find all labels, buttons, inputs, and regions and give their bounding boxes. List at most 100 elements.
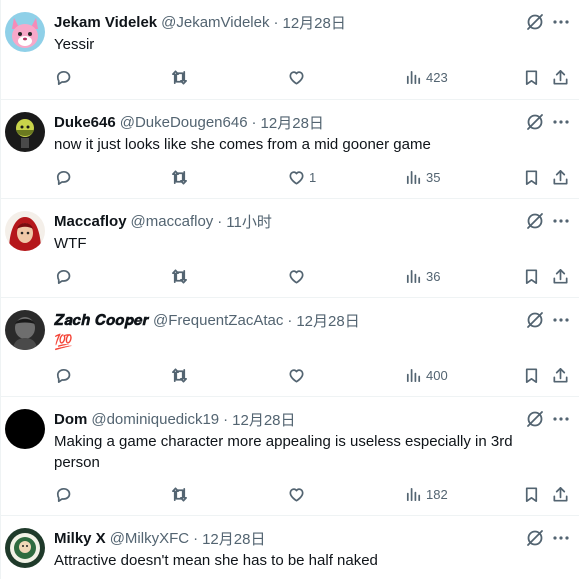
tweet-text: Making a game character more appealing i… bbox=[54, 433, 513, 471]
timestamp[interactable]: 11小时 bbox=[226, 211, 272, 232]
display-name[interactable]: Jekam Videlek bbox=[54, 14, 157, 31]
reply-button[interactable] bbox=[54, 167, 76, 187]
user-handle[interactable]: @MilkyXFC bbox=[110, 530, 189, 547]
reply-icon bbox=[56, 487, 71, 502]
grok-icon[interactable] bbox=[525, 211, 545, 231]
tweet[interactable]: Dom @dominiquedick19 · 12月28日 Making a g… bbox=[1, 397, 579, 516]
more-icon[interactable] bbox=[551, 211, 571, 231]
like-button[interactable] bbox=[287, 484, 309, 504]
retweet-button[interactable] bbox=[170, 167, 192, 187]
share-button[interactable] bbox=[551, 67, 570, 87]
display-name[interactable]: Duke646 bbox=[54, 114, 116, 131]
reply-button[interactable] bbox=[54, 266, 76, 286]
share-button[interactable] bbox=[551, 266, 570, 286]
views-button[interactable]: 400 bbox=[404, 365, 448, 385]
view-count: 423 bbox=[426, 69, 448, 85]
tweet-header: Milky X @MilkyXFC · 12月28日 bbox=[54, 528, 265, 548]
like-button[interactable] bbox=[287, 266, 309, 286]
avatar[interactable] bbox=[5, 528, 45, 568]
views-button[interactable]: 35 bbox=[404, 167, 440, 187]
reply-button[interactable] bbox=[54, 365, 76, 385]
timestamp[interactable]: 12月28日 bbox=[282, 12, 345, 33]
user-handle[interactable]: @FrequentZacAtac bbox=[153, 312, 283, 329]
like-button[interactable] bbox=[287, 67, 309, 87]
views-chart-icon bbox=[406, 487, 421, 501]
avatar[interactable] bbox=[5, 211, 45, 251]
separator-dot: · bbox=[223, 410, 229, 428]
bookmark-icon bbox=[525, 367, 538, 383]
tweet[interactable]: Maccafloy @maccafloy · 11小时 WTF 36 bbox=[1, 199, 579, 298]
tweet-text: WTF bbox=[54, 235, 87, 252]
reply-icon bbox=[56, 170, 71, 185]
avatar[interactable] bbox=[5, 112, 45, 152]
tweet[interactable]: 𝒁𝒂𝒄𝒉 𝑪𝒐𝒐𝒑𝒆𝒓 @FrequentZacAtac · 12月28日 💯 bbox=[1, 298, 579, 397]
grok-icon[interactable] bbox=[525, 310, 545, 330]
retweet-button[interactable] bbox=[170, 484, 192, 504]
view-count: 36 bbox=[426, 268, 441, 284]
display-name[interactable]: Maccafloy bbox=[54, 213, 127, 230]
retweet-icon bbox=[171, 69, 188, 85]
user-handle[interactable]: @JekamVidelek bbox=[161, 14, 269, 31]
share-button[interactable] bbox=[551, 167, 570, 187]
heart-icon bbox=[289, 170, 304, 185]
share-button[interactable] bbox=[551, 365, 570, 385]
share-button[interactable] bbox=[551, 484, 570, 504]
views-button[interactable]: 36 bbox=[404, 266, 440, 286]
retweet-button[interactable] bbox=[170, 67, 192, 87]
bookmark-button[interactable] bbox=[522, 484, 541, 504]
views-chart-icon bbox=[406, 368, 421, 382]
bookmark-icon bbox=[525, 486, 538, 502]
bookmark-button[interactable] bbox=[522, 365, 541, 385]
more-icon[interactable] bbox=[551, 112, 571, 132]
bookmark-button[interactable] bbox=[522, 167, 541, 187]
retweet-icon bbox=[171, 486, 188, 502]
tweet[interactable]: Jekam Videlek @JekamVidelek · 12月28日 Yes… bbox=[1, 0, 579, 100]
separator-dot: · bbox=[217, 212, 223, 230]
retweet-button[interactable] bbox=[170, 266, 192, 286]
user-handle[interactable]: @maccafloy bbox=[131, 213, 214, 230]
timestamp[interactable]: 12月28日 bbox=[261, 112, 324, 133]
display-name[interactable]: Dom bbox=[54, 411, 87, 428]
views-button[interactable]: 423 bbox=[404, 67, 448, 87]
tweet-text: Attractive doesn't mean she has to be ha… bbox=[54, 552, 378, 569]
tweet-header: Jekam Videlek @JekamVidelek · 12月28日 bbox=[54, 12, 346, 32]
like-button[interactable] bbox=[287, 365, 309, 385]
more-icon[interactable] bbox=[551, 310, 571, 330]
display-name[interactable]: Milky X bbox=[54, 530, 106, 547]
grok-icon[interactable] bbox=[525, 112, 545, 132]
share-icon bbox=[553, 268, 568, 284]
avatar[interactable] bbox=[5, 12, 45, 52]
bookmark-button[interactable] bbox=[522, 67, 541, 87]
grok-icon[interactable] bbox=[525, 12, 545, 32]
tweet-text: 💯 bbox=[54, 334, 73, 351]
timestamp[interactable]: 12月28日 bbox=[296, 310, 359, 331]
separator-dot: · bbox=[287, 311, 293, 329]
bookmark-icon bbox=[525, 169, 538, 185]
avatar[interactable] bbox=[5, 409, 45, 449]
more-icon[interactable] bbox=[551, 12, 571, 32]
reply-icon bbox=[56, 70, 71, 85]
reply-button[interactable] bbox=[54, 67, 76, 87]
bookmark-icon bbox=[525, 268, 538, 284]
more-icon[interactable] bbox=[551, 409, 571, 429]
more-icon[interactable] bbox=[551, 528, 571, 548]
reply-button[interactable] bbox=[54, 484, 76, 504]
user-handle[interactable]: @DukeDougen646 bbox=[120, 114, 248, 131]
user-handle[interactable]: @dominiquedick19 bbox=[91, 411, 219, 428]
tweet[interactable]: Duke646 @DukeDougen646 · 12月28日 now it j… bbox=[1, 100, 579, 199]
timestamp[interactable]: 12月28日 bbox=[232, 409, 295, 430]
tweet-header: 𝒁𝒂𝒄𝒉 𝑪𝒐𝒐𝒑𝒆𝒓 @FrequentZacAtac · 12月28日 bbox=[54, 310, 360, 330]
grok-icon[interactable] bbox=[525, 409, 545, 429]
bookmark-icon bbox=[525, 69, 538, 85]
like-button[interactable]: 1 bbox=[287, 167, 316, 187]
views-chart-icon bbox=[406, 170, 421, 184]
reply-feed: Jekam Videlek @JekamVidelek · 12月28日 Yes… bbox=[0, 0, 579, 579]
tweet[interactable]: Milky X @MilkyXFC · 12月28日 Attractive do… bbox=[1, 516, 579, 579]
display-name[interactable]: 𝒁𝒂𝒄𝒉 𝑪𝒐𝒐𝒑𝒆𝒓 bbox=[54, 311, 149, 329]
timestamp[interactable]: 12月28日 bbox=[202, 528, 265, 549]
views-button[interactable]: 182 bbox=[404, 484, 448, 504]
retweet-button[interactable] bbox=[170, 365, 192, 385]
bookmark-button[interactable] bbox=[522, 266, 541, 286]
grok-icon[interactable] bbox=[525, 528, 545, 548]
avatar[interactable] bbox=[5, 310, 45, 350]
